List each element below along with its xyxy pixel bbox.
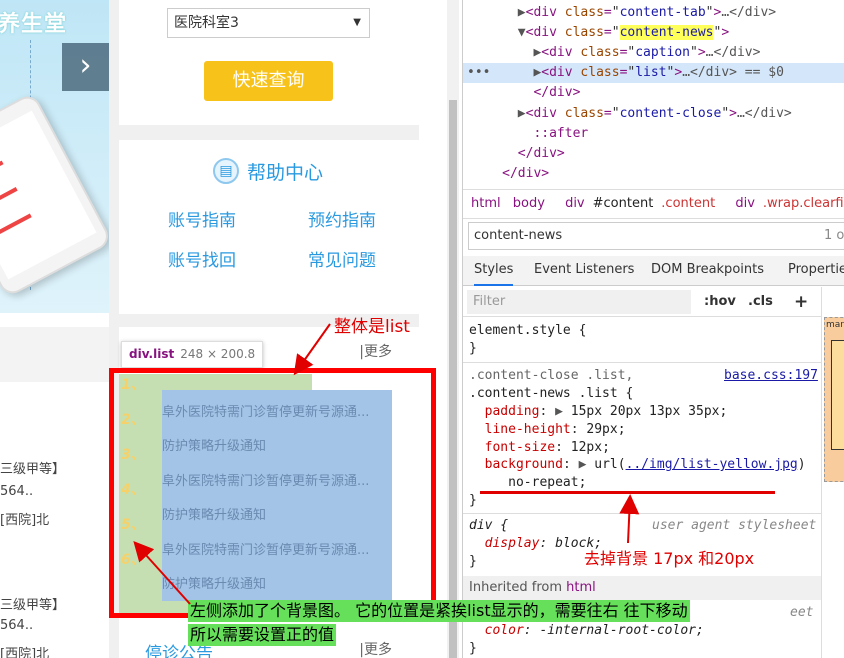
- css-prop-line-height[interactable]: line-height: 29px;: [469, 421, 626, 439]
- hov-button[interactable]: :hov: [704, 290, 736, 314]
- help-link-account-guide[interactable]: 账号指南: [168, 206, 236, 231]
- dom-tree: ▶<div class="content-tab">…</div> ▼<div …: [463, 0, 844, 189]
- dom-node-content-tab[interactable]: ▶<div class="content-tab">…</div>: [463, 3, 844, 23]
- banner-image: 养生堂 ›: [0, 0, 109, 313]
- rule-divider: [463, 513, 821, 514]
- element-style-close: }: [469, 341, 477, 356]
- carousel-next-button[interactable]: ›: [62, 43, 109, 91]
- css-prop-background[interactable]: background: ▶ url(../img/list-yellow.jpg…: [469, 456, 806, 474]
- element-style-selector: element.style {: [469, 323, 587, 338]
- css-prop-font-size[interactable]: font-size: 12px;: [469, 439, 610, 457]
- dom-node-content-close[interactable]: ▶<div class="content-close">…</div>: [463, 104, 844, 124]
- hospital-address: [西院]北: [0, 647, 50, 658]
- tab-properties[interactable]: Properties: [788, 256, 844, 286]
- scrollbar-thumb[interactable]: [449, 100, 457, 658]
- tab-event-listeners[interactable]: Event Listeners: [534, 256, 634, 286]
- dom-search-value: content-news: [474, 228, 563, 243]
- dom-search-input[interactable]: content-news 1 of: [468, 222, 844, 250]
- tab-styles[interactable]: Styles: [474, 256, 514, 286]
- dom-node-caption[interactable]: ▶<div class="caption">…</div>: [463, 43, 844, 63]
- annotation-red-frame: [109, 368, 436, 618]
- cls-button[interactable]: .cls: [748, 290, 773, 314]
- breadcrumb-wrap[interactable]: div .wrap.clearfix: [727, 196, 844, 211]
- help-book-icon: ▤: [213, 158, 239, 184]
- new-rule-plus-icon[interactable]: +: [794, 290, 808, 314]
- element-inspect-tooltip: div.list 248 × 200.8: [121, 341, 264, 368]
- inherited-rule-close: }: [469, 641, 477, 656]
- more-link[interactable]: |更多: [359, 639, 392, 658]
- chevron-down-icon: ▼: [353, 17, 361, 28]
- hospital-phone: 564..: [0, 618, 34, 633]
- hospital-level: 三级甲等】: [0, 598, 66, 613]
- leftpane-band: [0, 327, 109, 382]
- annotation-remove-bg: 去掉背景 17px 和20px: [584, 549, 755, 568]
- styles-filter-input[interactable]: Filter: [467, 290, 691, 314]
- tooltip-element-name: div.list: [129, 347, 175, 361]
- rule-close: }: [469, 493, 477, 508]
- box-model-diagram: mar: [821, 287, 844, 658]
- box-model-margin: mar: [824, 317, 844, 482]
- css-prop-padding[interactable]: padding: ▶ 15px 20px 13px 35px;: [469, 403, 728, 421]
- annotation-green-note: 所以需要设置正的值: [188, 624, 337, 646]
- hospital-list-fragment: 三级甲等】 564.. [西院]北 三级甲等】 564.. [西院]北: [0, 313, 109, 658]
- hospital-level: 三级甲等】: [0, 462, 66, 477]
- dom-search-count: 1 of: [824, 228, 844, 243]
- sidebar-tabs: Styles Event Listeners DOM Breakpoints P…: [463, 256, 844, 286]
- hospital-phone: 564..: [0, 484, 34, 499]
- css-prop-background-cont: no-repeat;: [508, 475, 587, 490]
- dom-node-list-selected[interactable]: ••• ▶<div class="list">…</div> == $0: [463, 63, 844, 83]
- help-center-box: ▤ 帮助中心 账号指南 预约指南 账号找回 常见问题: [119, 140, 419, 314]
- css-prop-display: display: block;: [484, 536, 603, 551]
- css-prop-color: color: -internal-root-color;: [484, 623, 704, 638]
- hospital-address: [西院]北: [0, 513, 50, 528]
- more-link[interactable]: |更多: [359, 341, 392, 361]
- annotation-underline: [480, 491, 775, 494]
- margin-label: mar: [826, 320, 844, 330]
- dom-node-close[interactable]: </div>: [463, 144, 844, 164]
- quick-query-button[interactable]: 快速查询: [204, 61, 333, 101]
- dom-node-content-news[interactable]: ▼<div class="content-news">: [463, 23, 844, 43]
- ua-rule-close: }: [469, 554, 477, 569]
- breadcrumb-body[interactable]: body: [513, 196, 545, 211]
- page-scrollbar[interactable]: [447, 0, 459, 658]
- rule-selector: .content-close .list,: [469, 368, 634, 383]
- help-link-account-recovery[interactable]: 账号找回: [168, 246, 236, 271]
- help-link-faq[interactable]: 常见问题: [308, 246, 376, 271]
- breadcrumb-content[interactable]: div #content .content: [557, 196, 715, 211]
- tab-dom-breakpoints[interactable]: DOM Breakpoints: [651, 256, 764, 286]
- ua-rule-selector: div {: [469, 518, 509, 533]
- ua-rule-source-2: eet: [790, 605, 814, 620]
- breadcrumb-html[interactable]: html: [471, 196, 501, 211]
- brand-text: 养生堂: [0, 12, 68, 37]
- styles-toolbar: Filter :hov .cls +: [463, 287, 821, 317]
- annotation-green-note: 左侧添加了个背景图。 它的位置是紧挨list显示的，需要往右 往下移动: [188, 600, 690, 622]
- box-model-border: [831, 340, 844, 450]
- department-select-value: 医院科室3: [174, 15, 239, 31]
- ua-rule-source: user agent stylesheet: [652, 518, 817, 533]
- dom-node-close[interactable]: </div>: [463, 164, 844, 184]
- dom-node-close[interactable]: </div>: [463, 83, 844, 103]
- rule-source-link[interactable]: base.css:197: [724, 367, 818, 385]
- annotation-whole-is-list: 整体是list: [334, 317, 410, 337]
- help-link-booking-guide[interactable]: 预约指南: [308, 206, 376, 231]
- rule-selector: .content-news .list {: [469, 386, 634, 401]
- help-center-title: ▤ 帮助中心: [213, 157, 323, 185]
- quick-query-box: 医院科室3 ▼ 快速查询: [119, 0, 419, 125]
- help-center-label: 帮助中心: [247, 161, 324, 184]
- inherited-from-header: Inherited from html: [463, 576, 821, 600]
- dom-node-after[interactable]: ::after: [463, 124, 844, 144]
- department-select[interactable]: 医院科室3 ▼: [167, 8, 370, 38]
- tooltip-dimensions: 248 × 200.8: [180, 347, 256, 361]
- phone-image: [0, 91, 109, 299]
- breadcrumb: html body div #content .content div .wrap.c…: [463, 189, 844, 219]
- rule-divider: [463, 362, 821, 363]
